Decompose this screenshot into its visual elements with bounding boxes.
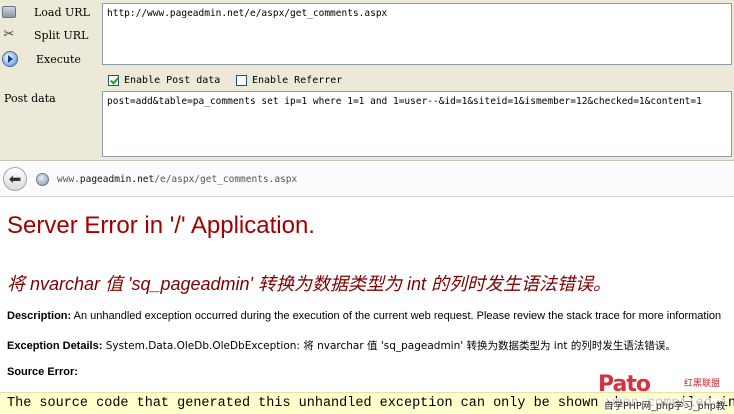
post-data-input[interactable]: post=add&table=pa_comments set ip=1 wher… [102,91,732,157]
split-url-button[interactable]: ✂ Split URL [2,25,89,45]
description-label: Description: [7,310,72,322]
description-line: Description: An unhandled exception occu… [7,310,721,322]
hackbar-panel: Load URL ✂ Split URL Execute http://www.… [0,0,734,161]
scissors-icon: ✂ [3,27,15,42]
watermark: Pato 红黑联盟 自学PHP网_php学习_php教 [598,372,734,413]
back-button[interactable]: ⬅ [3,167,27,191]
play-icon [2,51,18,67]
split-url-label: Split URL [34,28,89,42]
watermark-top-text: 红黑联盟 [684,379,721,389]
enable-post-checkbox[interactable] [108,74,119,86]
address-field[interactable]: www. pageadmin.net/e/aspx/get_comments.as… [32,170,734,188]
exception-label: Exception Details: [7,340,103,352]
load-url-label: Load URL [34,5,90,19]
back-arrow-icon: ⬅ [8,170,22,188]
post-data-label: Post data [4,92,56,105]
enable-post-label: Enable Post data [124,74,221,86]
watermark-logo: Pato [598,372,651,397]
source-error-label: Source Error: [7,366,78,378]
execute-label: Execute [36,52,81,66]
address-host: pageadmin.net [79,173,155,185]
page-title: Server Error in '/' Application. [7,212,315,239]
enable-referrer-checkbox[interactable] [236,74,247,86]
globe-icon [36,172,49,186]
address-path: /e/aspx/get_comments.aspx [154,173,298,185]
enable-referrer-label: Enable Referrer [252,74,343,86]
load-url-icon [2,6,16,18]
enable-post-toggle[interactable]: Enable Post data [108,72,220,88]
source-error-line: Source Error: [7,366,78,378]
exception-line: Exception Details: System.Data.OleDb.Ole… [7,338,676,353]
url-input[interactable]: http://www.pageadmin.net/e/aspx/get_comm… [102,3,732,65]
error-subtitle: 将 nvarchar 值 'sq_pageadmin' 转换为数据类型为 int… [7,274,612,294]
description-text: An unhandled exception occurred during t… [71,310,722,322]
watermark-bottom-text: 自学PHP网_php学习_php教 [604,398,726,412]
execute-button[interactable]: Execute [2,49,81,69]
exception-text: System.Data.OleDb.OleDbException: 将 nvar… [102,340,676,352]
load-url-button[interactable]: Load URL [2,2,90,22]
address-bar: ⬅ www. pageadmin.net/e/aspx/get_comments.… [0,162,734,197]
address-prefix: www. [57,173,80,185]
enable-referrer-toggle[interactable]: Enable Referrer [236,72,342,88]
